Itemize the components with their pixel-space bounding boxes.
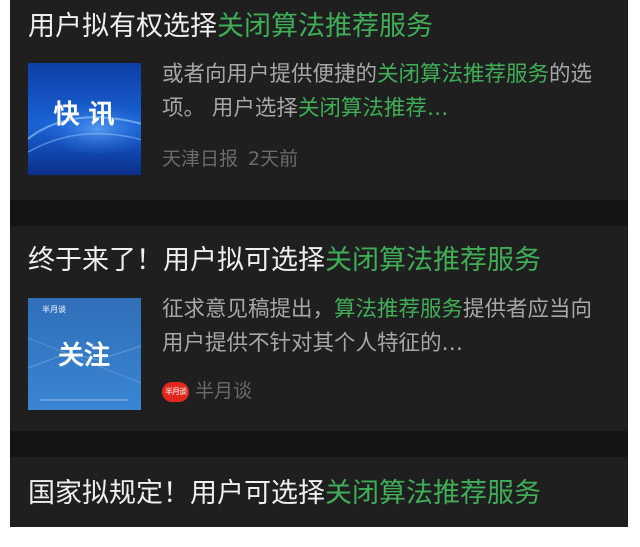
source-name[interactable]: 半月谈	[195, 380, 252, 402]
result-snippet: 或者向用户提供便捷的关闭算法推荐服务的选项。 用户选择关闭算法推荐…	[162, 58, 612, 128]
card-divider	[10, 200, 628, 226]
title-keyword-highlight: 关闭算法推荐服务	[217, 11, 433, 42]
result-title[interactable]: 用户拟有权选择关闭算法推荐服务	[28, 10, 433, 44]
publish-time: 2天前	[248, 148, 299, 170]
snippet-text: 或者向用户提供便捷的	[162, 62, 378, 87]
title-keyword-highlight: 关闭算法推荐服务	[325, 478, 541, 509]
card-divider	[10, 431, 628, 457]
thumbnail-label: 关注	[58, 340, 110, 371]
title-keyword-highlight: 关闭算法推荐服务	[325, 245, 541, 276]
title-text: 国家拟规定！用户可选择	[28, 478, 325, 509]
source-logo-icon: 半月谈	[162, 381, 189, 402]
result-meta: 半月谈 半月谈	[162, 379, 252, 403]
news-flash-thumbnail[interactable]: 快 讯	[28, 63, 141, 175]
snippet-text: 征求意见稿提出，	[162, 297, 335, 322]
result-meta: 天津日报 2天前	[162, 147, 298, 171]
snippet-keyword-highlight: 关闭算法推荐服务	[377, 62, 550, 87]
snippet-keyword-highlight: 关闭算法推荐…	[297, 96, 449, 121]
title-text: 用户拟有权选择	[28, 11, 217, 42]
source-name[interactable]: 天津日报	[162, 148, 238, 170]
snippet-keyword-highlight: 算法推荐服务	[334, 297, 464, 322]
follow-image: 半月谈 关注	[28, 298, 141, 410]
thumbnail-label: 快 讯	[53, 100, 114, 130]
title-text: 终于来了！用户拟可选择	[28, 245, 325, 276]
result-card[interactable]: 终于来了！用户拟可选择关闭算法推荐服务 半月谈 关注 征求意见稿提出，算法推荐服…	[10, 226, 628, 431]
search-results-feed: 用户拟有权选择关闭算法推荐服务 快 讯 或者向用户提供便捷的关闭算法推荐服务的选…	[10, 0, 628, 527]
follow-thumbnail[interactable]: 半月谈 关注	[28, 298, 141, 410]
thumbnail-small-logo: 半月谈	[42, 304, 66, 314]
result-title[interactable]: 国家拟规定！用户可选择关闭算法推荐服务	[28, 477, 541, 511]
result-title[interactable]: 终于来了！用户拟可选择关闭算法推荐服务	[28, 244, 541, 278]
news-flash-image: 快 讯	[28, 63, 141, 175]
result-snippet: 征求意见稿提出，算法推荐服务提供者应当向用户提供不针对其个人特征的…	[162, 293, 612, 363]
result-card[interactable]: 用户拟有权选择关闭算法推荐服务 快 讯 或者向用户提供便捷的关闭算法推荐服务的选…	[10, 0, 628, 200]
result-card[interactable]: 国家拟规定！用户可选择关闭算法推荐服务	[10, 457, 628, 527]
